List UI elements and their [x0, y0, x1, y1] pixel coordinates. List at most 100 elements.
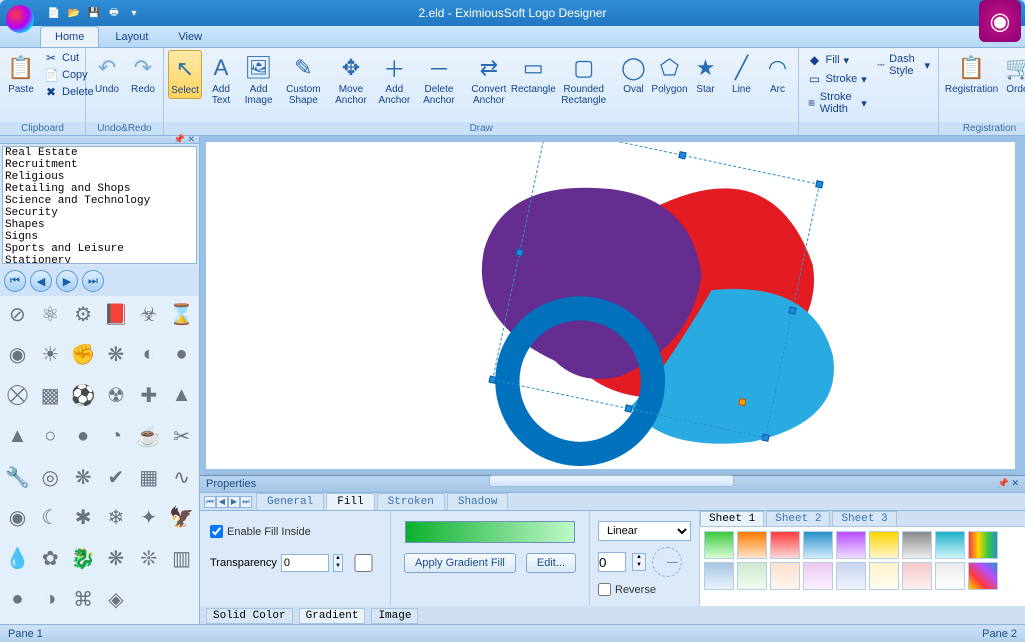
registration-button[interactable]: 📋Registration — [943, 50, 1000, 97]
tab-layout[interactable]: Layout — [101, 27, 162, 47]
qat-print-icon[interactable]: 🖶 — [106, 5, 122, 21]
gradient-mode-select[interactable]: Linear — [598, 521, 691, 541]
symbol-cell[interactable]: ✱ — [68, 502, 99, 534]
rectangle-button[interactable]: ▭Rectangle — [516, 50, 551, 97]
category-item[interactable]: Science and Technology — [3, 195, 196, 207]
symbol-cell[interactable]: 🔧 — [2, 461, 33, 493]
polygon-button[interactable]: ⬠Polygon — [652, 50, 686, 97]
sheet-3[interactable]: Sheet 3 — [832, 511, 896, 526]
symbol-cell[interactable]: ❄ — [101, 502, 132, 534]
swatch[interactable] — [803, 562, 833, 590]
symbol-cell[interactable]: ⛒ — [2, 380, 33, 412]
apply-gradient-button[interactable]: Apply Gradient Fill — [404, 553, 516, 573]
swatch[interactable] — [836, 531, 866, 559]
category-item[interactable]: Real Estate — [3, 147, 196, 159]
stroke-width-dropdown[interactable]: ≡Stroke Width▾ — [803, 90, 870, 116]
gradient-preview[interactable] — [405, 521, 575, 543]
symbol-cell[interactable]: ▩ — [35, 380, 66, 412]
category-list[interactable]: Real EstateRecruitmentReligiousRetailing… — [2, 146, 197, 264]
paste-button[interactable]: 📋Paste — [4, 50, 38, 97]
symbol-cell[interactable]: ● — [68, 420, 99, 452]
stroke-dropdown[interactable]: ▭Stroke▾ — [803, 71, 870, 87]
symbol-cell[interactable]: ● — [2, 583, 33, 615]
convert-anchor-button[interactable]: ⇄Convert Anchor — [464, 50, 514, 108]
swatch[interactable] — [869, 531, 899, 559]
angle-field[interactable] — [598, 552, 626, 572]
tab-shadow[interactable]: Shadow — [447, 493, 509, 510]
transparency-check[interactable] — [347, 554, 380, 572]
nav-prev-button[interactable]: ◀ — [30, 270, 52, 292]
subtab-gradient[interactable]: Gradient — [299, 608, 366, 624]
swatch[interactable] — [770, 562, 800, 590]
order-button[interactable]: 🛒Order — [1002, 50, 1025, 97]
symbol-cell[interactable]: ⊘ — [2, 298, 33, 330]
symbol-cell[interactable]: ✂ — [166, 420, 197, 452]
symbol-cell[interactable]: ❋ — [101, 339, 132, 371]
symbol-cell[interactable]: ☣ — [133, 298, 164, 330]
symbol-cell[interactable]: ○ — [35, 420, 66, 452]
nav-next-button[interactable]: ▶ — [56, 270, 78, 292]
select-button[interactable]: ↖Select — [168, 50, 202, 99]
enable-fill-checkbox[interactable]: Enable Fill Inside — [210, 525, 380, 538]
category-item[interactable]: Shapes — [3, 219, 196, 231]
swatch[interactable] — [770, 531, 800, 559]
symbol-cell[interactable]: ☀ — [35, 339, 66, 371]
swatch[interactable] — [704, 531, 734, 559]
swatch[interactable] — [902, 531, 932, 559]
symbol-cell[interactable]: ◈ — [101, 583, 132, 615]
undo-button[interactable]: ↶Undo — [90, 50, 124, 97]
sheet-2[interactable]: Sheet 2 — [766, 511, 830, 526]
angle-dial[interactable] — [652, 547, 682, 577]
pin-icon[interactable]: 📌 ✕ — [174, 134, 195, 145]
symbol-cell[interactable]: ☕ — [133, 420, 164, 452]
symbol-cell[interactable]: ◔ — [101, 420, 132, 452]
custom-shape-button[interactable]: ✎Custom Shape — [279, 50, 327, 108]
qat-open-icon[interactable]: 📂 — [66, 5, 82, 21]
swatch[interactable] — [902, 562, 932, 590]
edit-gradient-button[interactable]: Edit... — [526, 553, 576, 573]
symbol-cell[interactable]: ❋ — [101, 543, 132, 575]
symbol-cell[interactable]: ◐ — [133, 339, 164, 371]
line-button[interactable]: ╱Line — [724, 50, 758, 97]
symbol-cell[interactable]: 📕 — [101, 298, 132, 330]
symbol-cell[interactable]: ✿ — [35, 543, 66, 575]
properties-controls[interactable]: 📌 ✕ — [998, 478, 1019, 490]
category-item[interactable]: Signs — [3, 231, 196, 243]
rounded-rect-button[interactable]: ▢Rounded Rectangle — [553, 50, 615, 108]
symbol-cell[interactable]: ✔ — [101, 461, 132, 493]
symbol-cell[interactable]: ❋ — [68, 461, 99, 493]
swatch[interactable] — [803, 531, 833, 559]
category-item[interactable]: Recruitment — [3, 159, 196, 171]
symbol-cell[interactable]: ⌛ — [166, 298, 197, 330]
symbol-cell[interactable]: ⚛ — [35, 298, 66, 330]
transparency-spin[interactable]: ▲▼ — [333, 554, 343, 572]
symbol-cell[interactable]: ◎ — [35, 461, 66, 493]
tab-stroken[interactable]: Stroken — [377, 493, 445, 510]
transparency-field[interactable] — [281, 554, 329, 572]
symbol-cell[interactable]: 🐉 — [68, 543, 99, 575]
tab-general[interactable]: General — [256, 493, 324, 510]
symbol-cell[interactable]: 💧 — [2, 543, 33, 575]
swatch[interactable] — [935, 531, 965, 559]
symbol-cell[interactable]: ◉ — [2, 339, 33, 371]
tab-home[interactable]: Home — [40, 26, 99, 47]
symbol-cell[interactable]: ▲ — [2, 420, 33, 452]
symbol-cell[interactable]: ● — [166, 339, 197, 371]
add-image-button[interactable]: 🖼Add Image — [240, 50, 277, 108]
symbol-cell[interactable]: ⚽ — [68, 380, 99, 412]
symbol-cell[interactable]: ☢ — [101, 380, 132, 412]
symbol-cell[interactable]: ▦ — [133, 461, 164, 493]
move-anchor-button[interactable]: ✥Move Anchor — [329, 50, 372, 108]
symbol-cell[interactable]: 🦅 — [166, 502, 197, 534]
nav-first-button[interactable]: ⏮ — [4, 270, 26, 292]
swatch[interactable] — [968, 562, 998, 590]
symbol-cell[interactable]: ✦ — [133, 502, 164, 534]
subtab-image[interactable]: Image — [371, 608, 418, 624]
symbol-cell[interactable]: ⌘ — [68, 583, 99, 615]
canvas[interactable] — [206, 142, 1015, 469]
delete-anchor-button[interactable]: －Delete Anchor — [416, 50, 462, 108]
symbol-cell[interactable]: ⚙ — [68, 298, 99, 330]
symbol-cell[interactable]: ∿ — [166, 461, 197, 493]
symbol-cell[interactable]: ✊ — [68, 339, 99, 371]
oval-button[interactable]: ◯Oval — [616, 50, 650, 97]
